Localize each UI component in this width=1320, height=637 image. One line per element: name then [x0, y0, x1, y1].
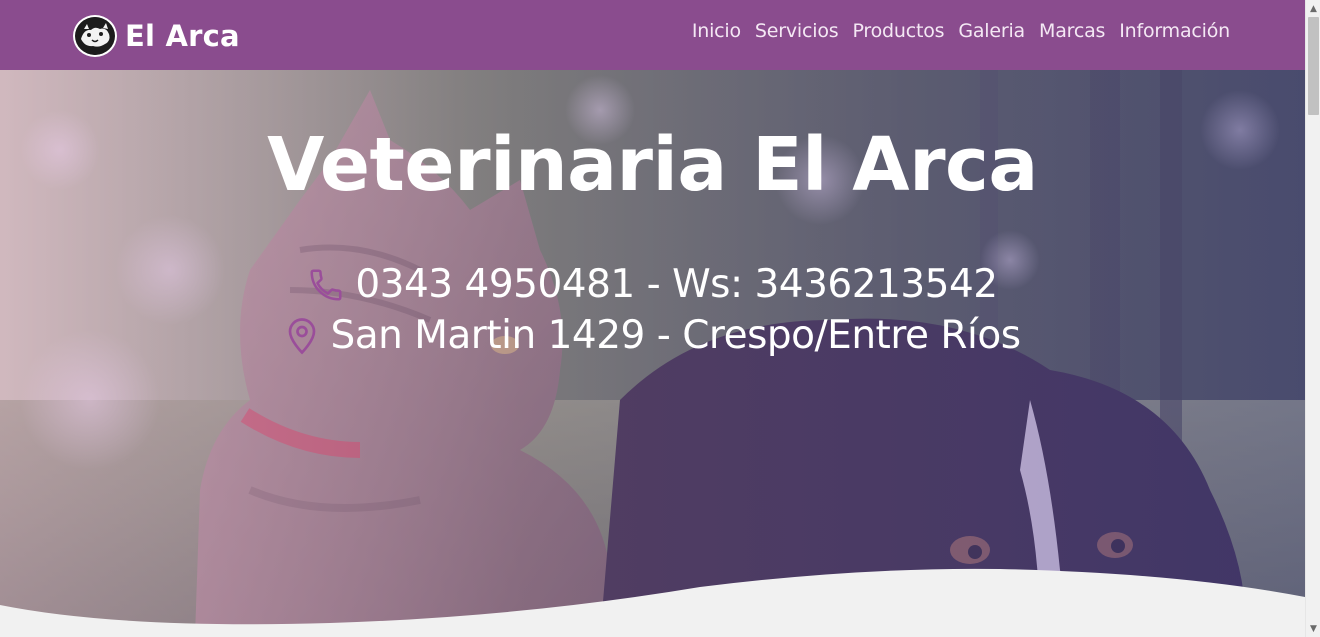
- nav-item-productos[interactable]: Productos: [852, 20, 944, 42]
- brand-name: El Arca: [125, 19, 240, 53]
- nav-item-galeria[interactable]: Galeria: [958, 20, 1025, 42]
- brand-link[interactable]: El Arca: [73, 15, 240, 57]
- hero-bottom-wave: [0, 568, 1305, 637]
- address-line: San Martin 1429 - Crespo/Entre Ríos: [0, 313, 1305, 358]
- nav-menu: Inicio Servicios Productos Galeria Marca…: [692, 20, 1230, 42]
- phone-icon: [310, 268, 342, 301]
- nav-item-marcas[interactable]: Marcas: [1039, 20, 1105, 42]
- hero-title: Veterinaria El Arca: [267, 122, 1038, 208]
- phone-text: 0343 4950481 - Ws: 3436213542: [355, 262, 998, 307]
- phone-line: 0343 4950481 - Ws: 3436213542: [0, 262, 1305, 307]
- hero-section: Veterinaria El Arca 0343 4950481 - Ws: 3…: [0, 70, 1305, 637]
- scroll-up-arrow-icon[interactable]: ▲: [1306, 0, 1320, 17]
- page: El Arca Inicio Servicios Productos Galer…: [0, 0, 1305, 637]
- nav-item-servicios[interactable]: Servicios: [755, 20, 839, 42]
- nav-item-inicio[interactable]: Inicio: [692, 20, 741, 42]
- map-pin-icon: [289, 317, 316, 354]
- scrollbar-thumb[interactable]: [1308, 17, 1319, 115]
- nav-item-informacion[interactable]: Información: [1119, 20, 1230, 42]
- scroll-down-arrow-icon[interactable]: ▼: [1306, 620, 1320, 637]
- top-navbar: El Arca Inicio Servicios Productos Galer…: [0, 0, 1305, 70]
- animals-logo-icon: [73, 15, 117, 57]
- page-scrollbar[interactable]: ▲ ▼: [1305, 0, 1320, 637]
- address-text: San Martin 1429 - Crespo/Entre Ríos: [330, 313, 1021, 358]
